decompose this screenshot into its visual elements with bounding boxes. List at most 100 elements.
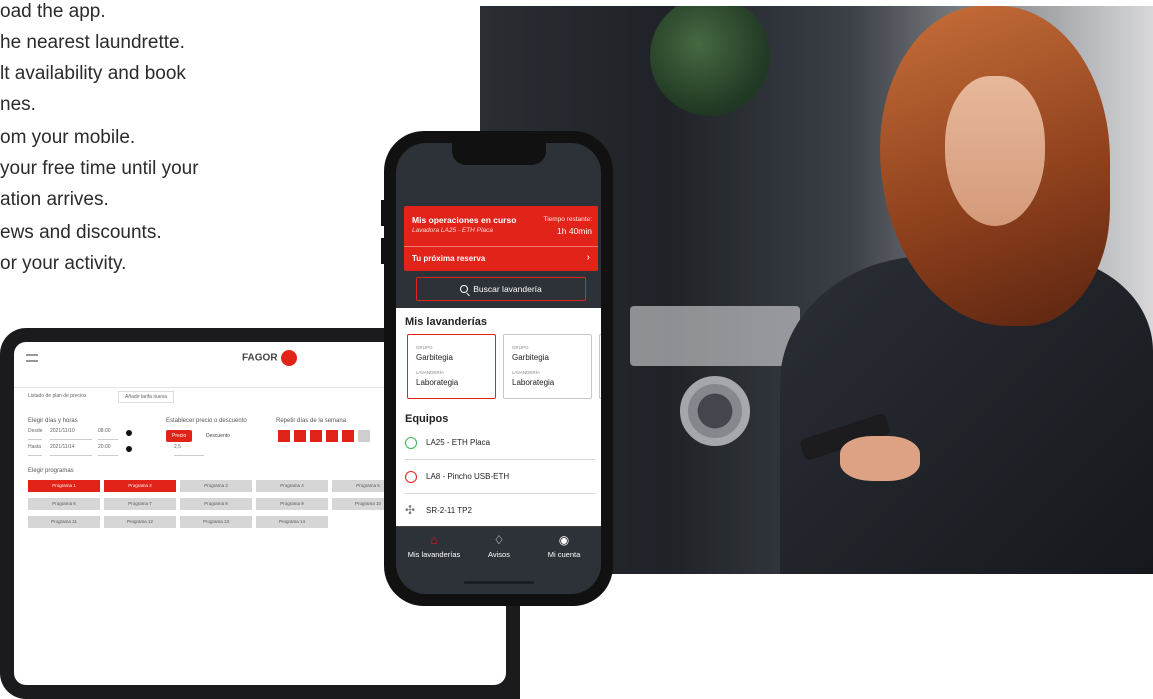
- fan-icon: ✣: [405, 503, 416, 517]
- group-name: Garbitegia: [416, 353, 453, 362]
- program-button[interactable]: Programa 6: [28, 498, 100, 510]
- nav-label: Mis lavanderías: [407, 550, 461, 559]
- equipment-row[interactable]: ✣ SR-2-11 TP2: [405, 494, 595, 528]
- tab-new-rate[interactable]: Añadir tarifa nueva: [118, 391, 174, 403]
- laundry-label: LAVANDERÍA: [512, 370, 540, 375]
- group-name: Garbitegia: [512, 353, 549, 362]
- next-booking-link[interactable]: Tu próxima reserva: [412, 254, 485, 263]
- program-button[interactable]: Programa 4: [256, 480, 328, 492]
- from-time-field[interactable]: 08:00: [98, 428, 118, 440]
- search-icon: [460, 285, 469, 293]
- program-button[interactable]: Programa 1: [28, 480, 100, 492]
- equipment-label: LA25 - ETH Placa: [426, 438, 491, 447]
- laundry-name: Laborategia: [512, 378, 555, 387]
- group-label: GRUPO: [416, 345, 433, 350]
- day-toggle[interactable]: [358, 430, 370, 442]
- washer-shape: [680, 376, 750, 446]
- from-date-field[interactable]: 2021/11/10: [50, 428, 92, 440]
- day-toggle[interactable]: [326, 430, 338, 442]
- laundry-label: LAVANDERÍA: [416, 370, 444, 375]
- program-button[interactable]: Programa 14: [256, 516, 328, 528]
- program-button[interactable]: Programa 2: [104, 480, 176, 492]
- status-ring-icon: [405, 471, 417, 483]
- home-icon: ⌂: [430, 533, 438, 547]
- remaining-time-label: Tiempo restante:: [543, 216, 592, 223]
- to-toggle-knob[interactable]: [126, 446, 132, 452]
- nav-my-account[interactable]: ◉ Mi cuenta: [529, 533, 599, 559]
- day-toggle[interactable]: [294, 430, 306, 442]
- feature-line: om your mobile.: [0, 127, 136, 148]
- bell-icon: ♢: [493, 533, 505, 547]
- program-button[interactable]: Programa 9: [256, 498, 328, 510]
- tab-price-list[interactable]: Listado de plan de precios: [28, 393, 86, 399]
- search-laundry-label: Buscar lavandería: [473, 284, 542, 294]
- day-toggle[interactable]: [342, 430, 354, 442]
- plant-shape: [650, 6, 770, 116]
- nav-label: Mi cuenta: [547, 550, 581, 559]
- equipment-label: LA8 - Pincho USB-ETH: [426, 472, 510, 481]
- brand-logo: FAGOR: [242, 350, 297, 366]
- program-button[interactable]: Programa 13: [180, 516, 252, 528]
- person-hand: [840, 436, 920, 481]
- my-laundries-title: Mis lavanderías: [405, 316, 487, 328]
- feature-line: your free time until your: [0, 158, 199, 179]
- remaining-time-value: 1h 40min: [557, 226, 592, 236]
- card-divider: [404, 246, 598, 247]
- feature-line: ation arrives.: [0, 189, 109, 210]
- from-toggle-knob[interactable]: [126, 430, 132, 436]
- to-time-field[interactable]: 20:00: [98, 444, 118, 456]
- home-indicator: [464, 581, 534, 584]
- phone-screen: Mis operaciones en curso Lavadora LA25 -…: [396, 143, 601, 594]
- feature-line: nes.: [0, 94, 36, 115]
- nav-my-laundries[interactable]: ⌂ Mis lavanderías: [399, 533, 469, 559]
- laundry-card[interactable]: GRUPO Garbitegia LAVANDERÍA Laborategia: [407, 334, 496, 399]
- laundry-name: Laborategia: [416, 378, 459, 387]
- from-label: Desde: [28, 428, 42, 440]
- discount-option[interactable]: Descuento: [206, 433, 230, 439]
- to-date-field[interactable]: 2021/11/14: [50, 444, 92, 456]
- feature-line: or your activity.: [0, 253, 127, 274]
- status-ring-icon: [405, 437, 417, 449]
- equipment-row[interactable]: LA8 - Pincho USB-ETH: [405, 460, 595, 494]
- section-repeat-title: Repetir días de la semana: [276, 418, 347, 424]
- price-button[interactable]: Precio: [166, 430, 193, 442]
- feature-line: ews and discounts.: [0, 222, 162, 243]
- equipment-label: SR-2-11 TP2: [426, 506, 472, 515]
- phone-notch: [452, 143, 546, 165]
- main-content: Mis lavanderías GRUPO Garbitegia LAVANDE…: [396, 308, 601, 526]
- user-icon: ◉: [558, 533, 570, 547]
- laundry-card[interactable]: GRUPO Garbitegia LAVANDERÍA Laborategia: [503, 334, 592, 399]
- current-machine-label: Lavadora LA25 - ETH Placa: [412, 227, 493, 234]
- current-operations-title: Mis operaciones en curso: [412, 215, 517, 225]
- chevron-right-icon[interactable]: ›: [587, 252, 590, 263]
- program-button[interactable]: Programa 8: [180, 498, 252, 510]
- person-face: [945, 76, 1045, 226]
- phone-device: Mis operaciones en curso Lavadora LA25 -…: [384, 131, 613, 606]
- group-label: GRUPO: [512, 345, 529, 350]
- hamburger-icon[interactable]: [26, 354, 38, 362]
- current-operations-card[interactable]: Mis operaciones en curso Lavadora LA25 -…: [404, 206, 598, 271]
- feature-line: he nearest laundrette.: [0, 32, 185, 53]
- program-button[interactable]: Programa 12: [104, 516, 176, 528]
- price-value-field[interactable]: 2,5: [174, 444, 204, 456]
- day-toggle[interactable]: [310, 430, 322, 442]
- equipment-title: Equipos: [405, 413, 449, 425]
- to-label: Hasta: [28, 444, 42, 456]
- day-toggle[interactable]: [278, 430, 290, 442]
- search-laundry-button[interactable]: Buscar lavandería: [416, 277, 586, 301]
- program-button[interactable]: Programa 11: [28, 516, 100, 528]
- equipment-row[interactable]: LA25 - ETH Placa: [405, 426, 595, 460]
- feature-line: lt availability and book: [0, 63, 186, 84]
- feature-line: oad the app.: [0, 1, 106, 22]
- nav-label: Avisos: [488, 550, 510, 559]
- bottom-nav: ⌂ Mis lavanderías ♢ Avisos ◉ Mi cuenta: [396, 526, 601, 566]
- washer-shelf: [630, 306, 800, 366]
- nav-notices[interactable]: ♢ Avisos: [464, 533, 534, 559]
- program-button[interactable]: Programa 3: [180, 480, 252, 492]
- section-price-title: Establecer precio o descuento: [166, 418, 247, 424]
- logo-mark-icon: [280, 350, 297, 366]
- section-programs-title: Elegir programas: [28, 468, 74, 474]
- program-button[interactable]: Programa 7: [104, 498, 176, 510]
- section-days-title: Elegir días y horas: [28, 418, 78, 424]
- laundry-card-partial[interactable]: [599, 334, 601, 399]
